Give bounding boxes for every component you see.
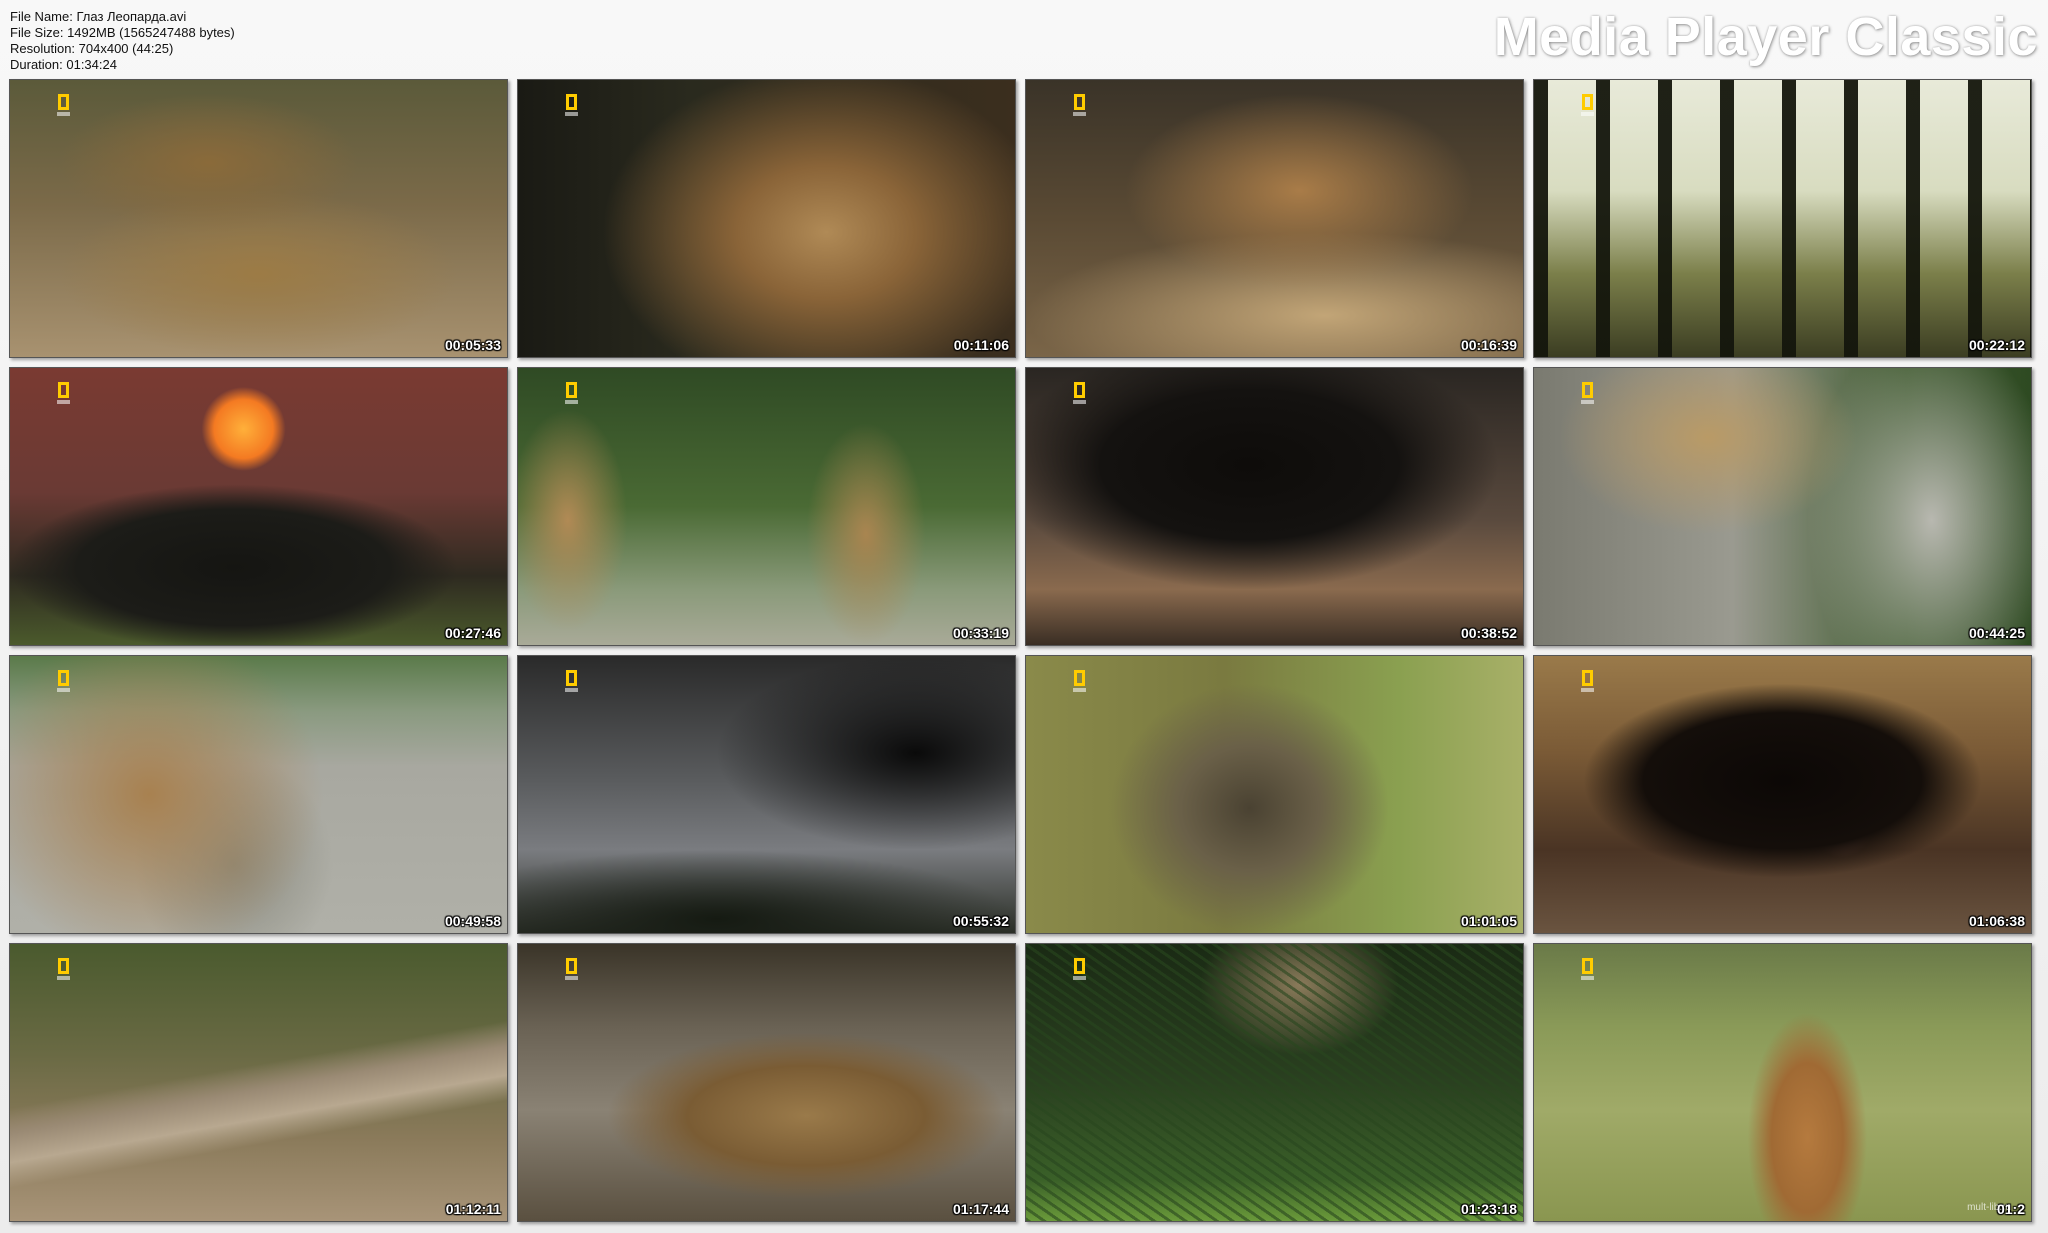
- thumbnail: 00:49:58: [9, 655, 508, 934]
- thumbnail-image: [1534, 944, 2031, 1221]
- timestamp: 01:17:44: [952, 1201, 1009, 1217]
- timestamp: 00:49:58: [444, 913, 501, 929]
- thumbnail: 01:23:18: [1025, 943, 1524, 1222]
- thumbnail-image: [1026, 80, 1523, 357]
- nat-geo-logo-icon: [1074, 670, 1085, 686]
- hd-badge-icon: [1073, 400, 1086, 404]
- nat-geo-logo-icon: [58, 382, 69, 398]
- nat-geo-logo-icon: [566, 958, 577, 974]
- timestamp: 00:38:52: [1460, 625, 1517, 641]
- thumbnail: 01:01:05: [1025, 655, 1524, 934]
- thumbnail-image: [10, 656, 507, 933]
- thumbnail: 00:11:06: [517, 79, 1016, 358]
- thumbnail-image: [1534, 80, 2031, 357]
- hd-badge-icon: [565, 112, 578, 116]
- thumbnail: 00:33:19: [517, 367, 1016, 646]
- timestamp: 00:22:12: [1968, 337, 2025, 353]
- thumbnail-image: [1026, 944, 1523, 1221]
- thumbnail-image: [1534, 368, 2031, 645]
- nat-geo-logo-icon: [1074, 94, 1085, 110]
- thumbnail: 01:2 mult-lib.ru: [1533, 943, 2032, 1222]
- duration: Duration: 01:34:24: [10, 57, 117, 72]
- thumbnail-image: [10, 368, 507, 645]
- nat-geo-logo-icon: [566, 382, 577, 398]
- nat-geo-logo-icon: [1582, 670, 1593, 686]
- timestamp: 00:27:46: [444, 625, 501, 641]
- brand-title: Media Player Classic: [1493, 7, 2038, 67]
- thumbnail: 01:12:11: [9, 943, 508, 1222]
- thumbnail: 00:44:25: [1533, 367, 2032, 646]
- nat-geo-logo-icon: [1074, 958, 1085, 974]
- hd-badge-icon: [57, 976, 70, 980]
- nat-geo-logo-icon: [566, 94, 577, 110]
- thumbnail: 01:06:38: [1533, 655, 2032, 934]
- hd-badge-icon: [1073, 976, 1086, 980]
- hd-badge-icon: [1581, 976, 1594, 980]
- hd-badge-icon: [1581, 112, 1594, 116]
- hd-badge-icon: [57, 400, 70, 404]
- thumbnail: 01:17:44: [517, 943, 1016, 1222]
- timestamp: 01:01:05: [1460, 913, 1517, 929]
- thumbnail: 00:27:46: [9, 367, 508, 646]
- nat-geo-logo-icon: [58, 670, 69, 686]
- nat-geo-logo-icon: [1074, 382, 1085, 398]
- thumbnail-image: [518, 368, 1015, 645]
- timestamp: 01:12:11: [445, 1201, 501, 1217]
- file-info: File Name: Глаз Леопарда.avi File Size: …: [10, 9, 235, 73]
- hd-badge-icon: [565, 976, 578, 980]
- timestamp: 00:33:19: [952, 625, 1009, 641]
- thumbnail-image: [1026, 656, 1523, 933]
- thumbnail-image: [518, 944, 1015, 1221]
- nat-geo-logo-icon: [566, 670, 577, 686]
- hd-badge-icon: [1581, 688, 1594, 692]
- thumbnail: 00:16:39: [1025, 79, 1524, 358]
- hd-badge-icon: [1581, 400, 1594, 404]
- timestamp: 00:05:33: [444, 337, 501, 353]
- nat-geo-logo-icon: [58, 958, 69, 974]
- thumbnail-image: [1534, 656, 2031, 933]
- hd-badge-icon: [565, 688, 578, 692]
- watermark-text: mult-lib.ru: [1967, 1202, 2011, 1213]
- thumbnail: 00:22:12: [1533, 79, 2032, 358]
- timestamp: 00:16:39: [1460, 337, 1517, 353]
- timestamp: 01:06:38: [1968, 913, 2025, 929]
- hd-badge-icon: [57, 688, 70, 692]
- hd-badge-icon: [57, 112, 70, 116]
- hd-badge-icon: [1073, 688, 1086, 692]
- hd-badge-icon: [1073, 112, 1086, 116]
- nat-geo-logo-icon: [1582, 958, 1593, 974]
- thumbnail-image: [518, 80, 1015, 357]
- thumbnail-image: [518, 656, 1015, 933]
- thumbnail: 00:38:52: [1025, 367, 1524, 646]
- thumbnail-image: [10, 80, 507, 357]
- thumbnail-grid: 00:05:33 00:11:06 00:16:39 00:22:12 00:2…: [9, 79, 2032, 1222]
- thumbnail: 00:05:33: [9, 79, 508, 358]
- timestamp: 00:44:25: [1968, 625, 2025, 641]
- nat-geo-logo-icon: [1582, 94, 1593, 110]
- resolution: Resolution: 704x400 (44:25): [10, 41, 174, 56]
- thumbnail-image: [10, 944, 507, 1221]
- nat-geo-logo-icon: [58, 94, 69, 110]
- timestamp: 01:23:18: [1460, 1201, 1517, 1217]
- thumbnail: 00:55:32: [517, 655, 1016, 934]
- file-size: File Size: 1492MB (1565247488 bytes): [10, 25, 235, 40]
- timestamp: 00:11:06: [953, 337, 1009, 353]
- hd-badge-icon: [565, 400, 578, 404]
- nat-geo-logo-icon: [1582, 382, 1593, 398]
- file-name: File Name: Глаз Леопарда.avi: [10, 9, 187, 24]
- timestamp: 00:55:32: [952, 913, 1009, 929]
- thumbnail-image: [1026, 368, 1523, 645]
